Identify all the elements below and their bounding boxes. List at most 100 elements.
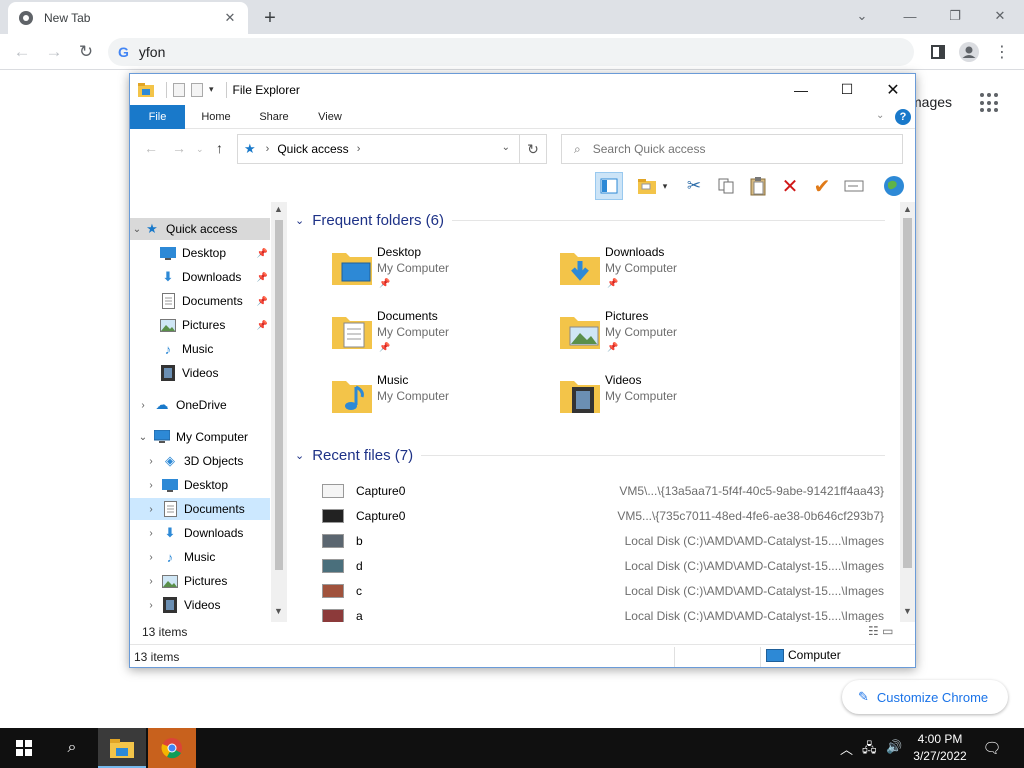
nav-pc-music[interactable]: › ♪ Music [130,546,270,568]
content-scroll-thumb[interactable] [903,218,912,568]
new-folder-qat-icon[interactable] [191,82,203,97]
folder-tile-videos[interactable]: Videos My Computer [560,373,760,429]
content-scrollbar[interactable]: ▲ ▼ [900,202,915,622]
apps-grid-icon[interactable] [980,93,1000,113]
group-collapse-icon[interactable]: ⌄ [295,449,304,462]
scroll-down-icon[interactable]: ▼ [903,606,912,616]
help-icon[interactable]: ? [895,109,911,125]
close-window-button[interactable]: ✕ [978,4,1022,28]
nav-qa-desktop[interactable]: Desktop 📌 [130,242,270,264]
nav-pc-pictures[interactable]: › Pictures [130,570,270,592]
refresh-button[interactable]: ↻ [519,134,547,164]
minimize-button[interactable]: — [888,4,932,28]
ntp-images-link[interactable]: mages [910,94,952,110]
nav-qa-pictures[interactable]: Pictures 📌 [130,314,270,336]
start-button[interactable] [0,728,48,768]
nav-onedrive[interactable]: › ☁ OneDrive [130,394,270,416]
explorer-forward-icon[interactable]: → [172,140,186,156]
address-dropdown-icon[interactable]: ⌄ [502,142,510,153]
nav-qa-downloads[interactable]: ⬇ Downloads 📌 [130,266,270,288]
nav-pc-3d-objects[interactable]: › ◈ 3D Objects [130,450,270,472]
collapsed-chevron-icon[interactable]: › [144,600,158,611]
nav-pc-desktop[interactable]: › Desktop [130,474,270,496]
recent-file-row[interactable]: b Local Disk (C:)\AMD\AMD-Catalyst-15...… [322,530,892,552]
taskbar-search-icon[interactable]: ⌕ [48,728,96,768]
recent-locations-icon[interactable]: ⌄ [196,144,204,155]
view-toggle-icons[interactable]: ☷ ▭ [868,624,893,638]
collapsed-chevron-icon[interactable]: › [136,400,150,411]
breadcrumb-chevron-icon[interactable]: › [357,143,361,155]
collapsed-chevron-icon[interactable]: › [144,504,158,515]
back-button[interactable]: ← [10,40,34,64]
delete-icon[interactable]: ✕ [776,172,804,200]
folder-tile-music[interactable]: Music My Computer [332,373,532,429]
collapsed-chevron-icon[interactable]: › [144,552,158,563]
nav-scroll-thumb[interactable] [275,220,283,570]
collapsed-chevron-icon[interactable]: › [144,528,158,539]
scroll-up-icon[interactable]: ▲ [903,204,912,214]
nav-pc-videos[interactable]: › Videos [130,594,270,616]
explorer-minimize-button[interactable]: — [778,74,824,105]
recent-file-row[interactable]: Capture0 VM5...\{735c7011-48ed-4fe6-ae38… [322,505,892,527]
tab-search-chevron-icon[interactable]: ⌄ [840,4,884,28]
expanded-chevron-icon[interactable]: ⌄ [136,432,150,443]
notifications-icon[interactable]: 🗨 [980,736,1004,760]
omnibox-text[interactable]: yfon [139,44,165,60]
explorer-maximize-button[interactable]: ☐ [824,74,870,105]
properties-icon[interactable] [173,82,185,97]
tab-view[interactable]: View [306,105,354,129]
collapsed-chevron-icon[interactable]: › [144,456,158,467]
recent-file-row[interactable]: d Local Disk (C:)\AMD\AMD-Catalyst-15...… [322,555,892,577]
cut-icon[interactable]: ✂ [680,172,708,200]
nav-pc-downloads[interactable]: › ⬇ Downloads [130,522,270,544]
tray-chevron-icon[interactable]: ︿ [840,739,853,758]
browser-tab[interactable]: New Tab ✕ [8,2,248,34]
nav-my-computer[interactable]: ⌄ My Computer [130,426,270,448]
nav-pc-documents[interactable]: › Documents [130,498,270,520]
breadcrumb-quick-access[interactable]: Quick access [277,142,348,156]
up-arrow-icon[interactable]: ↑ [216,140,223,156]
new-tab-button[interactable]: + [258,6,282,30]
forward-button[interactable]: → [42,40,66,64]
nav-quick-access[interactable]: ⌄ ★ Quick access [130,218,270,240]
chrome-menu-icon[interactable]: ⋮ [990,40,1014,64]
collapsed-chevron-icon[interactable]: › [144,576,158,587]
folder-tile-pictures[interactable]: Pictures My Computer 📌 [560,309,760,365]
qat-dropdown-icon[interactable]: ▾ [209,84,214,95]
taskbar-clock[interactable]: 4:00 PM 3/27/2022 [906,731,974,765]
explorer-close-button[interactable]: ✕ [870,74,916,105]
folder-tile-documents[interactable]: Documents My Computer 📌 [332,309,532,365]
search-box[interactable]: ⌕ [561,134,903,164]
expanded-chevron-icon[interactable]: ⌄ [130,224,144,235]
folder-tile-downloads[interactable]: Downloads My Computer 📌 [560,245,760,301]
new-folder-dropdown-icon[interactable]: ▾ [658,172,672,200]
tab-close-icon[interactable]: ✕ [222,10,238,26]
tab-share[interactable]: Share [250,105,298,129]
paste-icon[interactable] [744,172,772,200]
network-icon[interactable]: 🖧 [862,739,877,761]
breadcrumb-chevron-icon[interactable]: › [266,143,270,155]
tab-file[interactable]: File [130,105,185,129]
taskbar-chrome[interactable] [148,728,196,768]
taskbar-file-explorer[interactable] [98,728,146,768]
customize-chrome-button[interactable]: ✎ Customize Chrome [842,680,1008,714]
rename-icon[interactable] [840,172,868,200]
recent-file-row[interactable]: a Local Disk (C:)\AMD\AMD-Catalyst-15...… [322,605,892,622]
explorer-back-icon[interactable]: ← [144,140,158,156]
frequent-folders-header[interactable]: ⌄ Frequent folders (6) [295,210,885,230]
nav-qa-documents[interactable]: Documents 📌 [130,290,270,312]
search-input[interactable] [592,142,883,156]
scroll-up-icon[interactable]: ▲ [274,204,283,214]
restore-button[interactable]: ❐ [933,4,977,28]
checkmark-icon[interactable]: ✔ [808,172,836,200]
globe-icon[interactable] [880,172,908,200]
ribbon-expand-icon[interactable]: ⌄ [876,110,884,121]
collapsed-chevron-icon[interactable]: › [144,480,158,491]
recent-file-row[interactable]: Capture0 VM5\...\{13a5aa71-5f4f-40c5-9ab… [322,480,892,502]
recent-files-header[interactable]: ⌄ Recent files (7) [295,445,885,465]
profile-avatar-icon[interactable] [957,40,981,64]
tab-home[interactable]: Home [192,105,240,129]
side-panel-icon[interactable] [926,40,950,64]
group-collapse-icon[interactable]: ⌄ [295,214,304,227]
copy-icon[interactable] [712,172,740,200]
